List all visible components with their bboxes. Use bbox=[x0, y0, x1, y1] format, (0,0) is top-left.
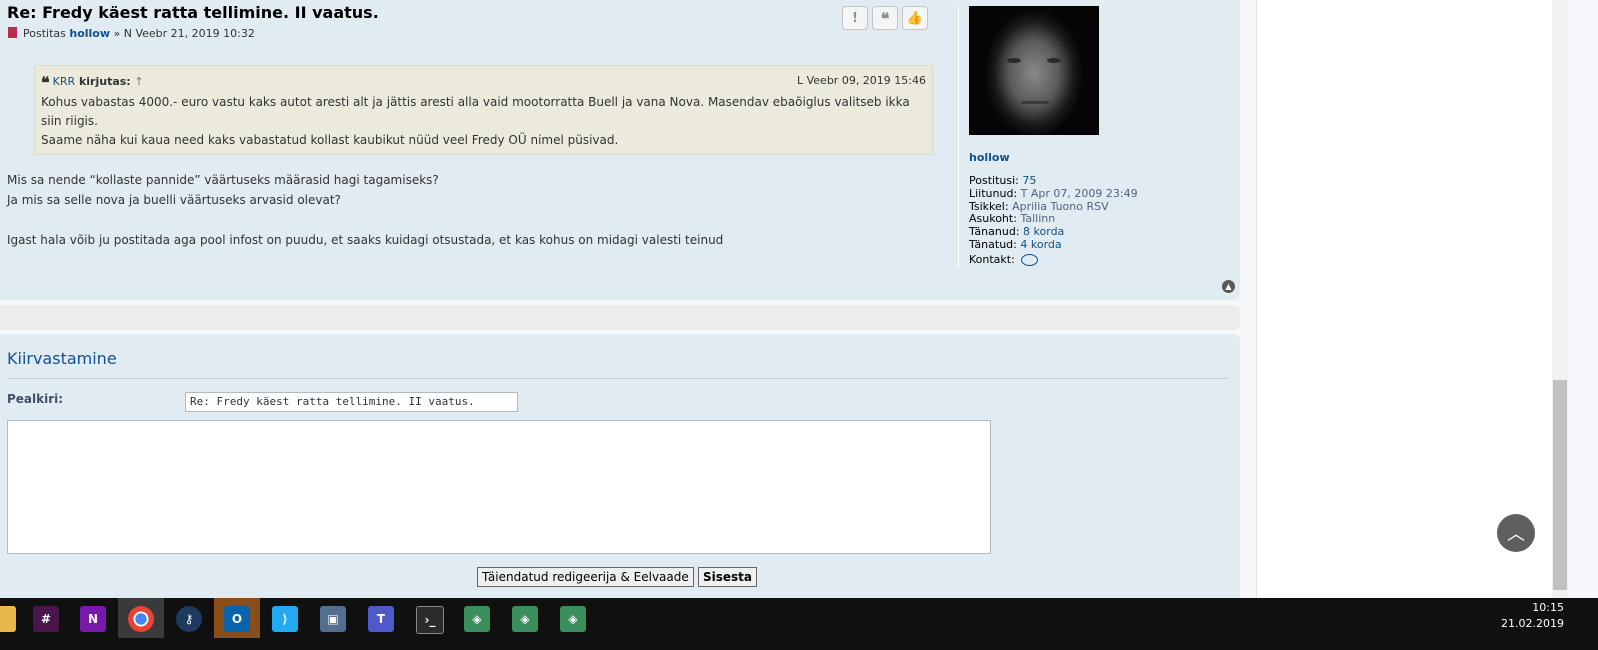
contact-bubble-icon[interactable] bbox=[1021, 253, 1039, 266]
thanked-link[interactable]: 8 korda bbox=[1023, 225, 1064, 238]
post-meta: Postitas hollow » N Veebr 21, 2019 10:32 bbox=[8, 27, 255, 40]
post-divider bbox=[0, 305, 1240, 330]
teams-icon[interactable]: T bbox=[368, 606, 394, 632]
file-explorer-icon[interactable] bbox=[0, 606, 16, 632]
quote-author-link[interactable]: KRR bbox=[53, 75, 76, 88]
quote-button[interactable]: ❝ bbox=[872, 6, 898, 30]
right-side-panel bbox=[1256, 0, 1552, 598]
avatar[interactable] bbox=[969, 6, 1099, 135]
quote-date: L Veebr 09, 2019 15:46 bbox=[796, 74, 926, 87]
onenote-icon[interactable]: N bbox=[80, 606, 106, 632]
location-label: Asukoht: bbox=[969, 212, 1017, 226]
quote-body: Kohus vabastas 4000.- euro vastu kaks au… bbox=[41, 93, 926, 150]
forum-post: Re: Fredy käest ratta tellimine. II vaat… bbox=[0, 0, 1240, 300]
location-value: Tallinn bbox=[1020, 212, 1056, 226]
page-scrollbar[interactable] bbox=[1552, 0, 1568, 598]
post-profile: hollow Postitusi: 75 Liitunud: T Apr 07,… bbox=[958, 6, 1241, 268]
post-date: » N Veebr 21, 2019 10:32 bbox=[113, 27, 255, 40]
like-button[interactable]: 👍 bbox=[902, 6, 928, 30]
contact-label: Kontakt: bbox=[969, 252, 1015, 266]
chrome-icon[interactable] bbox=[128, 606, 154, 632]
slack-icon[interactable]: # bbox=[33, 606, 59, 632]
post-title[interactable]: Re: Fredy käest ratta tellimine. II vaat… bbox=[7, 3, 379, 22]
outlook-icon[interactable]: O bbox=[224, 606, 250, 632]
bike-label: Tsikkel: bbox=[969, 199, 1009, 213]
clock-time: 10:15 bbox=[1532, 601, 1564, 614]
quick-reply-divider bbox=[7, 378, 1228, 379]
network-app-icon[interactable]: ◈ bbox=[560, 606, 586, 632]
post-actions: ! ❝ 👍 bbox=[842, 6, 928, 30]
post-line: Igast hala võib ju postitada aga pool in… bbox=[7, 233, 724, 247]
vscode-icon[interactable]: ⟩ bbox=[272, 606, 298, 632]
clock-date: 21.02.2019 bbox=[1501, 617, 1564, 630]
bike-value: Aprilia Tuono RSV bbox=[1012, 199, 1109, 213]
joined-value: T Apr 07, 2009 23:49 bbox=[1020, 186, 1138, 200]
keepass-lock-icon[interactable]: ⚷ bbox=[176, 606, 202, 632]
quote-header: ❝ KRR kirjutas: ↑ bbox=[41, 73, 144, 92]
quick-reply-panel: Kiirvastamine Pealkiri: Re: Fredy käest … bbox=[0, 334, 1240, 598]
quote-line: Kohus vabastas 4000.- euro vastu kaks au… bbox=[41, 95, 910, 128]
post-author-link[interactable]: hollow bbox=[69, 27, 110, 40]
quote-block: ❝ KRR kirjutas: ↑ L Veebr 09, 2019 15:46 … bbox=[34, 65, 933, 155]
post-icon[interactable] bbox=[8, 27, 17, 38]
thanked-label: Tänanud: bbox=[969, 225, 1020, 239]
quote-wrote: kirjutas: bbox=[78, 75, 131, 88]
quick-reply-title: Kiirvastamine bbox=[7, 349, 117, 368]
been-thanked-label: Tänatud: bbox=[969, 237, 1017, 251]
avatar-eye bbox=[1007, 58, 1021, 63]
subject-label: Pealkiri: bbox=[7, 392, 64, 406]
subject-input[interactable]: Re: Fredy käest ratta tellimine. II vaat… bbox=[185, 392, 518, 412]
advanced-editor-button[interactable]: Täiendatud redigeerija & Eelvaade bbox=[477, 567, 694, 587]
forum-page: Re: Fredy käest ratta tellimine. II vaat… bbox=[0, 0, 1240, 611]
profile-username[interactable]: hollow bbox=[969, 151, 1010, 164]
post-body: Mis sa nende “kollaste pannide” väärtuse… bbox=[7, 170, 723, 250]
submit-button[interactable]: Sisesta bbox=[698, 567, 758, 587]
app-icon[interactable]: ▣ bbox=[320, 606, 346, 632]
report-button[interactable]: ! bbox=[842, 6, 868, 30]
scrollbar-thumb[interactable] bbox=[1553, 380, 1567, 590]
avatar-mouth bbox=[1021, 101, 1049, 104]
posts-label: Postitusi: bbox=[969, 174, 1019, 187]
post-line: Mis sa nende “kollaste pannide” väärtuse… bbox=[7, 173, 439, 187]
joined-label: Liitunud: bbox=[969, 186, 1018, 200]
been-thanked-link[interactable]: 4 korda bbox=[1020, 238, 1061, 251]
quote-icon: ❝ bbox=[41, 73, 50, 92]
back-to-top-icon[interactable]: ▲ bbox=[1222, 280, 1235, 293]
quote-line: Saame näha kui kaua need kaks vabastatud… bbox=[41, 133, 619, 147]
terminal-icon[interactable]: ›_ bbox=[416, 606, 444, 634]
posts-count-link[interactable]: 75 bbox=[1022, 174, 1036, 187]
scroll-to-top-icon[interactable]: ︿ bbox=[1497, 514, 1535, 552]
network-app-icon[interactable]: ◈ bbox=[464, 606, 490, 632]
taskbar-clock[interactable]: 10:15 21.02.2019 bbox=[1501, 600, 1564, 632]
network-app-icon[interactable]: ◈ bbox=[512, 606, 538, 632]
quote-source-arrow-icon[interactable]: ↑ bbox=[135, 75, 144, 88]
post-line: Ja mis sa selle nova ja buelli väärtusek… bbox=[7, 193, 341, 207]
avatar-eye bbox=[1047, 58, 1061, 63]
message-textarea[interactable] bbox=[7, 420, 991, 554]
windows-taskbar: # N ⚷ O ⟩ ▣ T ›_ ◈ ◈ ◈ 10:15 21.02.2019 bbox=[0, 598, 1598, 650]
post-meta-prefix: Postitas bbox=[23, 27, 66, 40]
profile-info: Postitusi: 75 Liitunud: T Apr 07, 2009 2… bbox=[969, 174, 1138, 267]
